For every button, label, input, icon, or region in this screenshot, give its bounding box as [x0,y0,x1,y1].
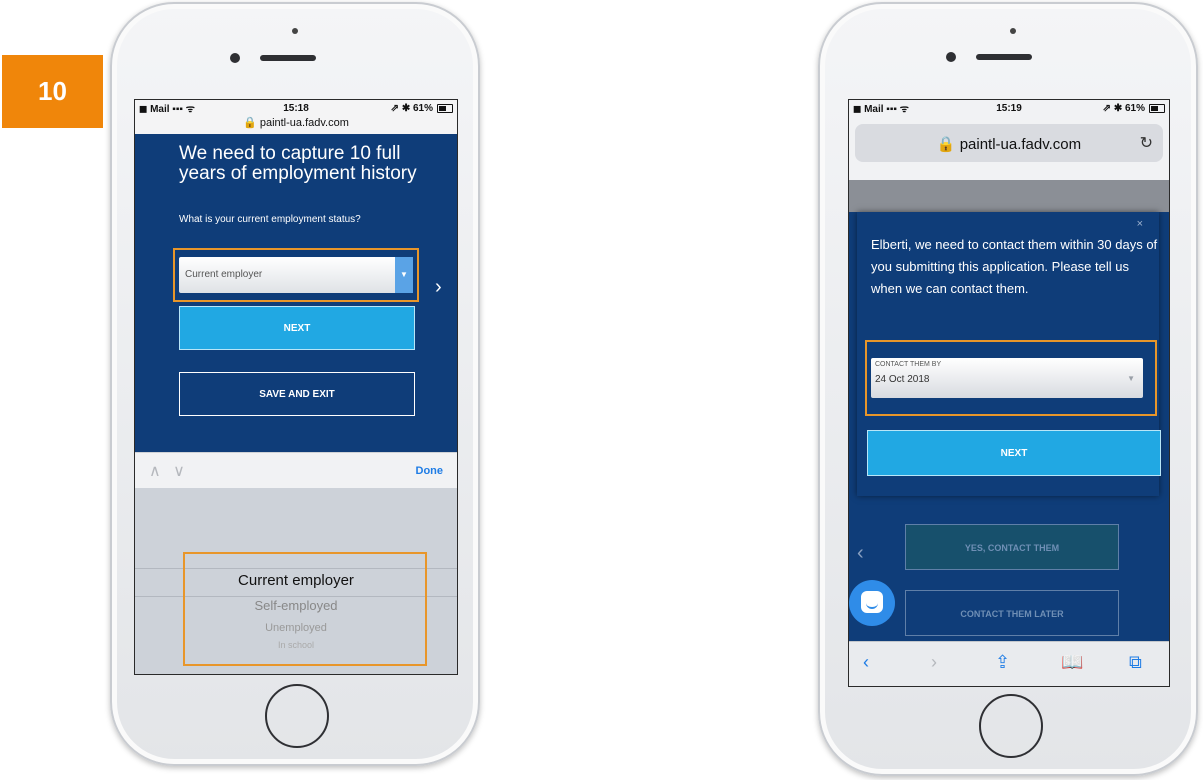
home-button[interactable] [979,694,1043,758]
back-icon[interactable]: ‹ [863,652,869,673]
phone-screen: ◼ Mail ▪▪▪ ᯤ 15:18 ⇗ ✱ 61% 🔒 paintl-ua.f… [134,99,458,675]
phone-left: ◼ Mail ▪▪▪ ᯤ 15:18 ⇗ ✱ 61% 🔒 paintl-ua.f… [110,2,480,766]
done-button[interactable]: Done [416,465,444,477]
bookmarks-icon[interactable]: 📖 [1061,652,1083,673]
close-icon[interactable]: × [1137,218,1143,230]
chevron-down-icon: ▼ [395,257,413,293]
battery-icon [1149,104,1165,113]
url-host: 🔒 paintl-ua.fadv.com [936,136,1082,153]
chevron-down-icon: ▼ [1127,374,1135,383]
page-overlay [849,180,1169,212]
status-indicators: ⇗ ✱ 61% [390,102,433,114]
step-number-badge: 10 [2,55,103,128]
chevron-left-icon[interactable]: ‹ [857,542,864,565]
employment-status-question: What is your current employment status? [179,214,361,225]
save-and-exit-button[interactable]: SAVE AND EXIT [179,372,415,416]
forward-icon[interactable]: › [931,652,937,673]
front-camera [946,52,956,62]
front-camera [230,53,240,63]
prev-next-field-icon[interactable]: ∧ ∨ [149,461,189,481]
reload-icon[interactable]: ↻ [1140,133,1153,153]
employment-status-select[interactable]: Current employer ▼ [179,257,413,293]
status-indicators: ⇗ ✱ 61% [1102,102,1145,114]
url-bar[interactable]: 🔒 paintl-ua.fadv.com ↻ [855,124,1163,162]
share-icon[interactable]: ⇪ [995,652,1010,673]
next-button[interactable]: NEXT [867,430,1161,476]
url-label[interactable]: 🔒 paintl-ua.fadv.com [135,116,457,129]
contact-modal: × Elberti, we need to contact them withi… [857,212,1161,496]
yes-contact-them-button[interactable]: YES, CONTACT THEM [905,524,1119,570]
next-button[interactable]: NEXT [179,306,415,350]
proximity-sensor [1010,28,1016,34]
status-bar: ◼ Mail ▪▪▪ ᯤ 15:18 ⇗ ✱ 61% [135,100,457,116]
proximity-sensor [292,28,298,34]
earpiece-speaker [976,54,1032,60]
select-value: Current employer [185,269,263,280]
picker-highlight-box [183,552,427,666]
phone-right: ◼ Mail ▪▪▪ ᯤ 15:19 ⇗ ✱ 61% 🔒 paintl-ua.f… [818,2,1198,776]
phone-screen: ◼ Mail ▪▪▪ ᯤ 15:19 ⇗ ✱ 61% 🔒 paintl-ua.f… [848,99,1170,687]
chevron-right-icon[interactable]: › [435,276,442,299]
earpiece-speaker [260,55,316,61]
safari-toolbar: ‹ › ⇪ 📖 ⧉ [849,641,1169,686]
contact-them-later-button[interactable]: CONTACT THEM LATER [905,590,1119,636]
tabs-icon[interactable]: ⧉ [1129,652,1142,673]
chat-launcher[interactable] [849,580,895,626]
chat-icon [861,591,883,613]
contact-date-value: 24 Oct 2018 [875,374,930,385]
status-bar: ◼ Mail ▪▪▪ ᯤ 15:19 ⇗ ✱ 61% [849,100,1169,116]
modal-message: Elberti, we need to contact them within … [871,237,1158,296]
battery-icon [437,104,453,113]
contact-date-select[interactable]: CONTACT THEM BY 24 Oct 2018 ▼ [871,358,1143,398]
keyboard-accessory-bar: ∧ ∨ Done [135,452,457,489]
contact-them-by-label: CONTACT THEM BY [875,361,942,368]
home-button[interactable] [265,684,329,748]
page-title: We need to capture 10 full years of empl… [179,143,417,184]
